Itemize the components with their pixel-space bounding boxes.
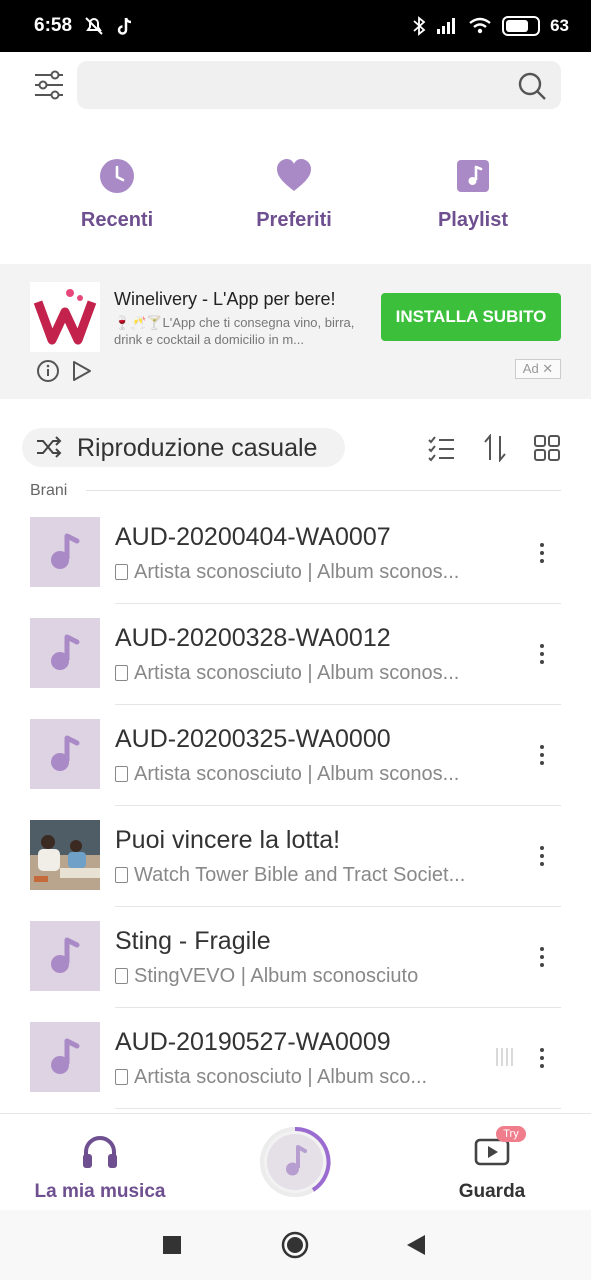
battery-icon: [502, 16, 541, 36]
song-row[interactable]: AUD-20200325-WA0000 Artista sconosciuto …: [0, 705, 591, 806]
quick-favorites[interactable]: Preferiti: [219, 158, 369, 232]
quick-recent-label: Recenti: [80, 209, 154, 231]
song-thumbnail: [30, 719, 100, 789]
back-triangle-icon[interactable]: [406, 1234, 426, 1256]
more-options-icon[interactable]: [532, 743, 552, 767]
shuffle-play-button[interactable]: Riproduzione casuale: [22, 428, 345, 467]
song-title: AUD-20200404-WA0007: [115, 523, 391, 551]
more-options-icon[interactable]: [532, 642, 552, 666]
song-subtitle: Artista sconosciuto | Album sconos...: [115, 662, 495, 685]
song-subtitle: StingVEVO | Album sconosciuto: [115, 965, 495, 988]
song-row[interactable]: Sting - Fragile StingVEVO | Album sconos…: [0, 907, 591, 1008]
phone-icon: [115, 564, 128, 580]
try-badge: Try: [496, 1126, 526, 1142]
quick-access: Recenti Preferiti Playlist: [0, 158, 591, 238]
scrollbar-handle[interactable]: [494, 1046, 514, 1068]
row-divider: [115, 1108, 561, 1109]
grid-view-icon[interactable]: [533, 434, 561, 462]
system-navigation-bar: [0, 1210, 591, 1280]
filter-settings-icon[interactable]: [33, 70, 65, 100]
more-options-icon[interactable]: [532, 1046, 552, 1070]
search-icon[interactable]: [517, 71, 547, 101]
song-subtitle: Watch Tower Bible and Tract Societ...: [115, 864, 495, 887]
song-thumbnail: [30, 1022, 100, 1092]
mute-bell-icon: [85, 17, 103, 35]
info-icon[interactable]: [36, 359, 60, 383]
song-cover-photo: [30, 820, 100, 890]
winelivery-logo: [30, 282, 100, 352]
section-label: Brani: [30, 482, 68, 499]
more-options-icon[interactable]: [532, 945, 552, 969]
ad-banner[interactable]: Winelivery - L'App per bere! 🍷🥂🍸L'App ch…: [0, 264, 591, 399]
ad-badge[interactable]: Ad ✕: [515, 359, 561, 379]
search-bar[interactable]: [77, 61, 561, 109]
signal-icon: [437, 18, 456, 34]
quick-recent[interactable]: Recenti: [42, 158, 192, 232]
nav-watch-label: Guarda: [458, 1181, 526, 1202]
bottom-navigation: La mia musica Guarda Try: [0, 1113, 591, 1210]
sort-icon[interactable]: [482, 434, 510, 462]
music-note-icon: [51, 634, 80, 670]
section-divider: [86, 490, 561, 491]
nav-my-music-label: La mia musica: [34, 1181, 166, 1202]
song-title: AUD-20200325-WA0000: [115, 725, 391, 753]
status-bar: 6:58 63: [0, 0, 591, 52]
bluetooth-icon: [413, 16, 426, 36]
recents-square-icon[interactable]: [163, 1236, 181, 1254]
quick-playlist-label: Playlist: [437, 209, 509, 231]
wifi-icon: [469, 17, 491, 34]
music-note-icon: [51, 937, 80, 973]
adchoices-icon[interactable]: [70, 359, 94, 383]
song-row[interactable]: AUD-20200404-WA0007 Artista sconosciuto …: [0, 503, 591, 604]
song-thumbnail: [30, 618, 100, 688]
nav-my-music[interactable]: La mia musica: [30, 1134, 170, 1203]
song-thumbnail: [30, 921, 100, 991]
music-note-icon: [51, 735, 80, 771]
now-playing-button[interactable]: [257, 1124, 333, 1200]
phone-icon: [115, 1069, 128, 1085]
more-options-icon[interactable]: [532, 844, 552, 868]
phone-icon: [115, 968, 128, 984]
clock-icon: [100, 159, 134, 193]
song-subtitle: Artista sconosciuto | Album sconos...: [115, 561, 495, 584]
shuffle-label: Riproduzione casuale: [77, 434, 318, 462]
nav-watch[interactable]: Guarda: [440, 1134, 544, 1203]
music-note-icon: [51, 533, 80, 569]
song-title: AUD-20190527-WA0009: [115, 1028, 391, 1056]
phone-icon: [115, 665, 128, 681]
phone-icon: [115, 867, 128, 883]
quick-playlist[interactable]: Playlist: [398, 158, 548, 232]
battery-percent: 63: [550, 16, 569, 35]
song-title: Puoi vincere la lotta!: [115, 826, 341, 854]
tiktok-icon: [117, 17, 132, 35]
home-circle-icon[interactable]: [281, 1231, 309, 1259]
song-subtitle: Artista sconosciuto | Album sconos...: [115, 763, 495, 786]
ad-title: Winelivery - L'App per bere!: [114, 289, 336, 309]
ad-description: 🍷🥂🍸L'App che ti consegna vino, birra, dr…: [114, 315, 355, 347]
phone-icon: [115, 766, 128, 782]
song-title: AUD-20200328-WA0012: [115, 624, 391, 652]
top-bar: [0, 60, 591, 110]
ad-install-button[interactable]: INSTALLA SUBITO: [381, 293, 561, 341]
song-row[interactable]: AUD-20190527-WA0009 Artista sconosciuto …: [0, 1008, 591, 1109]
headphones-icon: [83, 1136, 117, 1168]
song-title: Sting - Fragile: [115, 927, 271, 955]
status-time: 6:58: [34, 15, 73, 36]
music-note-icon: [51, 1038, 80, 1074]
more-options-icon[interactable]: [532, 541, 552, 565]
heart-icon: [277, 159, 311, 191]
shuffle-icon: [37, 436, 62, 458]
quick-favorites-label: Preferiti: [256, 209, 332, 231]
song-thumbnail: [30, 517, 100, 587]
select-list-icon[interactable]: [427, 434, 455, 462]
music-note-icon: [457, 160, 489, 192]
song-subtitle: Artista sconosciuto | Album sco...: [115, 1066, 460, 1089]
song-row[interactable]: AUD-20200328-WA0012 Artista sconosciuto …: [0, 604, 591, 705]
song-row[interactable]: Puoi vincere la lotta! Watch Tower Bible…: [0, 806, 591, 907]
